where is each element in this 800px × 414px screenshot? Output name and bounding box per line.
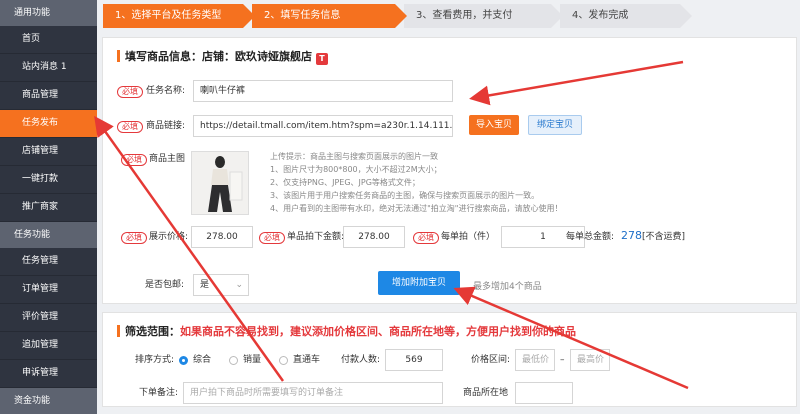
payers-input[interactable]: 569 xyxy=(385,349,443,371)
step-3: 3、查看费用，并支付 xyxy=(404,4,563,28)
sidebar-group-general: 通用功能 xyxy=(0,0,97,26)
sort-option-ztc: 直通车 xyxy=(293,355,321,365)
main-image-label: 商品主图 xyxy=(149,154,186,164)
free-shipping-value: 是 xyxy=(200,280,210,290)
step-2-label: 2、填写任务信息 xyxy=(264,10,341,21)
sidebar-group-funds: 资金功能 xyxy=(0,388,97,414)
order-price-input[interactable]: 278.00 xyxy=(343,226,405,248)
total-value: 278 xyxy=(621,229,642,242)
filter-title-prefix: 筛选范围： xyxy=(125,325,180,338)
sidebar-item-shops[interactable]: 店铺管理 xyxy=(0,138,97,166)
sidebar-item-appeal[interactable]: 申诉管理 xyxy=(0,360,97,388)
sort-label: 排序方式: xyxy=(135,355,175,365)
bind-goods-button[interactable]: 绑定宝贝 xyxy=(528,115,582,135)
tmall-icon: T xyxy=(316,53,328,65)
sidebar-item-goods[interactable]: 商品管理 xyxy=(0,82,97,110)
jeans-product-icon xyxy=(208,156,243,212)
location-label: 商品所在地 xyxy=(463,388,509,398)
required-tag: 必填 xyxy=(117,121,143,133)
add-extra-goods-button[interactable]: 增加附加宝贝 xyxy=(378,271,460,295)
link-label: 商品链接: xyxy=(146,121,186,131)
goods-info-title-text: 填写商品信息：店铺：欧玖诗娅旗舰店 xyxy=(125,50,312,63)
shipping-note: [不含运费] xyxy=(642,232,686,242)
task-name-label: 任务名称: xyxy=(146,86,186,96)
required-tag: 必填 xyxy=(121,154,147,166)
sort-radio-ztc[interactable] xyxy=(279,356,288,365)
sidebar-item-reviews[interactable]: 评价管理 xyxy=(0,304,97,332)
import-goods-button[interactable]: 导入宝贝 xyxy=(469,115,519,135)
filter-panel: 筛选范围：如果商品不容易找到，建议添加价格区间、商品所在地等，方便用户找到你的商… xyxy=(102,312,797,407)
sidebar-item-promote[interactable]: 推广商家 xyxy=(0,194,97,222)
tip-line: 3、该图片用于用户搜索任务商品的主图，确保与搜索页面展示的图片一致。 xyxy=(270,191,540,200)
sidebar-item-home[interactable]: 首页 xyxy=(0,26,97,54)
step-1-label: 1、选择平台及任务类型 xyxy=(115,10,222,21)
product-thumbnail[interactable] xyxy=(191,151,249,215)
sort-option-default: 综合 xyxy=(193,355,212,365)
goods-info-title: 填写商品信息：店铺：欧玖诗娅旗舰店 T xyxy=(117,48,328,65)
display-price-input[interactable]: 278.00 xyxy=(191,226,253,248)
tip-line: 2、仅支持PNG、JPEG、JPG等格式文件； xyxy=(270,178,420,187)
upload-tips: 上传提示：商品主图与搜索页面展示的图片一致 1、图片尺寸为800*800，大小不… xyxy=(270,150,570,215)
task-name-input[interactable]: 喇叭牛仔裤 xyxy=(193,80,453,102)
filter-title: 筛选范围：如果商品不容易找到，建议添加价格区间、商品所在地等，方便用户找到你的商… xyxy=(117,323,576,339)
sort-radio-sales[interactable] xyxy=(229,356,238,365)
step-1: 1、选择平台及任务类型 xyxy=(103,4,255,28)
goods-info-panel: 填写商品信息：店铺：欧玖诗娅旗舰店 T 必填 任务名称: 喇叭牛仔裤 必填 商品链… xyxy=(102,37,797,304)
step-2: 2、填写任务信息 xyxy=(252,4,407,28)
location-input[interactable] xyxy=(515,382,573,404)
sidebar-item-messages[interactable]: 站内消息 1 xyxy=(0,54,97,82)
sidebar-item-publish-task[interactable]: 任务发布 xyxy=(0,110,97,138)
sidebar-item-orders[interactable]: 订单管理 xyxy=(0,276,97,304)
step-4: 4、发布完成 xyxy=(560,4,692,28)
tip-line: 上传提示：商品主图与搜索页面展示的图片一致 xyxy=(270,152,438,161)
order-price-label: 单品拍下金额: xyxy=(287,232,345,242)
required-tag: 必填 xyxy=(413,232,439,244)
max-price-input[interactable]: 最高价 xyxy=(570,349,610,371)
display-price-label: 展示价格: xyxy=(149,232,189,242)
tip-line: 1、图片尺寸为800*800，大小不超过2M大小； xyxy=(270,165,442,174)
required-tag: 必填 xyxy=(121,232,147,244)
sort-radio-default[interactable] xyxy=(179,356,188,365)
tip-line: 4、用户看到的主图带有水印，绝对无法通过"拍立淘"进行搜索商品，请放心使用！ xyxy=(270,204,563,213)
add-limit-note: 最多增加4个商品 xyxy=(473,282,542,292)
main-content: 1、选择平台及任务类型 2、填写任务信息 3、查看费用，并支付 4、发布完成 填… xyxy=(97,0,800,407)
step-3-label: 3、查看费用，并支付 xyxy=(416,10,513,21)
sidebar-group-task: 任务功能 xyxy=(0,222,97,248)
payers-label: 付款人数: xyxy=(341,355,381,365)
per-order-qty-label: 每单拍（件） xyxy=(441,232,496,242)
sort-option-sales: 销量 xyxy=(243,355,262,365)
sidebar-item-one-click-pay[interactable]: 一键打款 xyxy=(0,166,97,194)
sidebar-item-append[interactable]: 追加管理 xyxy=(0,332,97,360)
filter-title-text: 如果商品不容易找到，建议添加价格区间、商品所在地等，方便用户找到你的商品 xyxy=(180,325,576,338)
chevron-down-icon: ⌄ xyxy=(235,280,243,290)
goods-link-input[interactable]: https://detail.tmall.com/item.htm?spm=a2… xyxy=(193,115,453,137)
sidebar-item-task-mgmt[interactable]: 任务管理 xyxy=(0,248,97,276)
required-tag: 必填 xyxy=(259,232,285,244)
order-note-label: 下单备注: xyxy=(139,388,179,398)
order-note-input[interactable]: 用户拍下商品时所需要填写的订单备注 xyxy=(183,382,443,404)
free-shipping-label: 是否包邮: xyxy=(145,280,185,290)
sidebar: 通用功能 首页 站内消息 1 商品管理 任务发布 店铺管理 一键打款 推广商家 … xyxy=(0,0,97,414)
price-range-label: 价格区间: xyxy=(471,355,511,365)
total-label: 每单总金额: xyxy=(566,232,615,242)
step-4-label: 4、发布完成 xyxy=(572,10,629,21)
required-tag: 必填 xyxy=(117,86,143,98)
free-shipping-select[interactable]: 是 ⌄ xyxy=(193,274,249,296)
range-separator: – xyxy=(560,355,565,365)
min-price-input[interactable]: 最低价 xyxy=(515,349,555,371)
